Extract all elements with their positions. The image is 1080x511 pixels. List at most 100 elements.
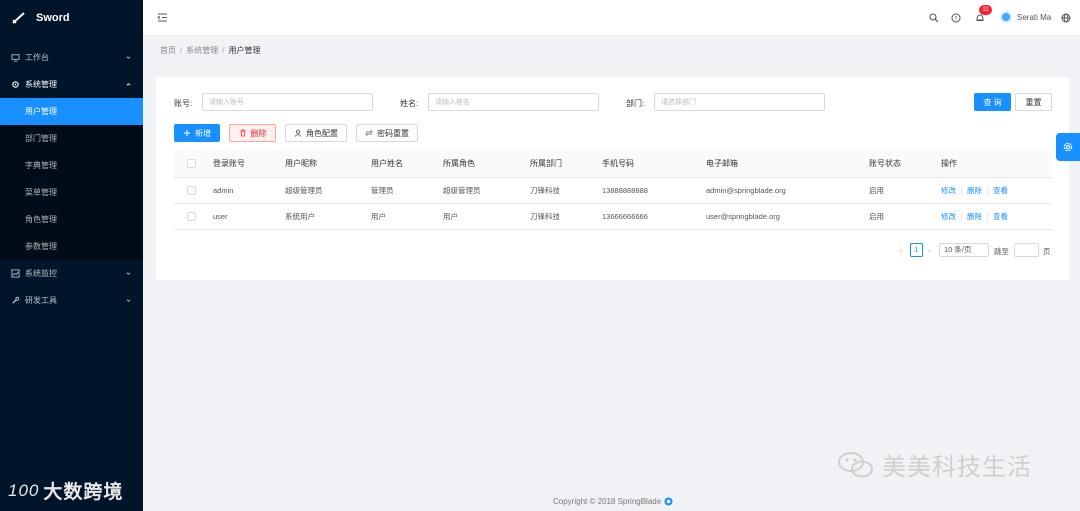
delete-link[interactable]: 删除 xyxy=(967,212,982,221)
notification-badge: 11 xyxy=(979,5,992,15)
jump-page-input[interactable] xyxy=(1014,243,1039,257)
password-reset-button[interactable]: 密码重置 xyxy=(356,124,418,142)
user-name[interactable]: Serati Ma xyxy=(1017,13,1051,22)
table-row: user 系统用户 用户 用户 刀锋科技 13666666666 user@sp… xyxy=(174,203,1052,230)
row-checkbox[interactable] xyxy=(187,185,196,195)
top-header: ? 11 Serati Ma xyxy=(143,0,1080,36)
refresh-icon xyxy=(365,130,373,136)
page-number-current[interactable]: 1 xyxy=(910,243,923,257)
search-icon[interactable] xyxy=(929,13,939,23)
prev-page-icon[interactable]: ‹ xyxy=(900,246,903,255)
cell-name: 管理员 xyxy=(371,177,443,204)
gear-icon xyxy=(1063,142,1073,152)
cell-status: 启用 xyxy=(869,203,941,230)
column-header[interactable]: 所属部门 xyxy=(530,150,602,178)
tool-icon xyxy=(12,296,20,304)
cell-phone: 13666666666 xyxy=(602,203,706,230)
sidebar-item-label: 研发工具 xyxy=(25,296,57,305)
watermark-left: 100 大数跨境 xyxy=(8,477,123,504)
sidebar-item-system[interactable]: 系统管理 xyxy=(0,71,143,98)
copyright-text: Copyright © 2018 SpringBlade xyxy=(553,497,662,506)
role-config-button[interactable]: 角色配置 xyxy=(285,124,347,142)
sidebar-item-dictionary[interactable]: 字典管理 xyxy=(0,152,143,179)
edit-link[interactable]: 修改 xyxy=(941,212,956,221)
cell-actions: 修改 删除 查看 xyxy=(941,177,1052,204)
dept-select[interactable] xyxy=(654,93,825,111)
watermark-left-text: 大数跨境 xyxy=(43,482,124,503)
column-header[interactable]: 用户昵称 xyxy=(285,150,371,178)
avatar[interactable] xyxy=(1000,11,1012,23)
page-label: 页 xyxy=(1043,247,1051,256)
logo[interactable]: Sword xyxy=(0,0,143,36)
cell-account: admin xyxy=(213,177,285,204)
password-reset-label: 密码重置 xyxy=(377,128,409,138)
settings-drawer-button[interactable] xyxy=(1056,133,1080,161)
delete-button[interactable]: 删除 xyxy=(229,124,276,142)
column-header[interactable]: 所属角色 xyxy=(443,150,530,178)
cell-role: 超级管理员 xyxy=(443,177,530,204)
column-header[interactable]: 用户姓名 xyxy=(371,150,443,178)
table-row: admin 超级管理员 管理员 超级管理员 刀锋科技 13888888888 a… xyxy=(174,177,1052,204)
sidebar-item-menus[interactable]: 菜单管理 xyxy=(0,179,143,206)
cell-nickname: 超级管理员 xyxy=(285,177,371,204)
next-page-icon[interactable]: › xyxy=(928,246,931,255)
view-link[interactable]: 查看 xyxy=(993,212,1008,221)
gear-icon xyxy=(12,81,19,88)
name-label: 姓名: xyxy=(400,99,419,108)
name-input[interactable] xyxy=(428,93,599,111)
role-config-label: 角色配置 xyxy=(306,128,338,138)
github-icon[interactable] xyxy=(664,497,673,506)
sidebar-item-dashboard[interactable]: 工作台 xyxy=(0,44,143,71)
cell-dept: 刀锋科技 xyxy=(530,177,602,204)
column-header[interactable]: 账号状态 xyxy=(869,150,941,178)
menu-fold-icon[interactable] xyxy=(157,12,168,23)
page-size-select[interactable]: 10 条/页 xyxy=(939,243,989,257)
cell-status: 启用 xyxy=(869,177,941,204)
sidebar-item-roles[interactable]: 角色管理 xyxy=(0,206,143,233)
delete-link[interactable]: 删除 xyxy=(967,186,982,195)
sidebar-item-label: 系统监控 xyxy=(25,269,57,278)
query-button[interactable]: 查 询 xyxy=(974,93,1011,111)
sidebar-item-users[interactable]: 用户管理 xyxy=(0,98,143,125)
delete-button-label: 删除 xyxy=(250,128,267,138)
sidebar-item-label: 工作台 xyxy=(25,53,49,62)
edit-link[interactable]: 修改 xyxy=(941,186,956,195)
account-input[interactable] xyxy=(202,93,373,111)
breadcrumb-home[interactable]: 首页 xyxy=(160,46,176,55)
chevron-down-icon xyxy=(126,56,131,59)
help-icon[interactable]: ? xyxy=(951,13,961,23)
breadcrumb-current: 用户管理 xyxy=(228,46,261,55)
svg-text:?: ? xyxy=(954,15,957,22)
chevron-up-icon xyxy=(126,83,131,86)
monitor-icon xyxy=(11,54,20,62)
sidebar-item-departments[interactable]: 部门管理 xyxy=(0,125,143,152)
dept-label: 部门: xyxy=(626,99,645,108)
app-name: Sword xyxy=(36,12,70,24)
cell-name: 用户 xyxy=(371,203,443,230)
breadcrumb: 首页 / 系统管理 / 用户管理 xyxy=(160,46,261,55)
chevron-down-icon xyxy=(126,272,131,275)
view-link[interactable]: 查看 xyxy=(993,186,1008,195)
chevron-down-icon xyxy=(126,299,131,302)
watermark-left-number: 100 xyxy=(8,480,40,500)
row-checkbox[interactable] xyxy=(187,211,196,221)
column-header: 操作 xyxy=(941,150,1052,178)
sword-logo-icon xyxy=(12,12,25,24)
column-header[interactable]: 手机号码 xyxy=(602,150,706,178)
reset-button[interactable]: 重置 xyxy=(1015,93,1052,111)
sidebar-item-monitor[interactable]: 系统监控 xyxy=(0,260,143,287)
cell-actions: 修改 删除 查看 xyxy=(941,203,1052,230)
select-all-checkbox[interactable] xyxy=(187,158,196,168)
add-button[interactable]: 新增 xyxy=(174,124,220,142)
sidebar-item-devtools[interactable]: 研发工具 xyxy=(0,287,143,314)
breadcrumb-system[interactable]: 系统管理 xyxy=(186,46,218,55)
sidebar-item-params[interactable]: 参数管理 xyxy=(0,233,143,260)
column-header[interactable]: 登录账号 xyxy=(213,150,285,178)
column-header[interactable]: 电子邮箱 xyxy=(706,150,869,178)
jump-label: 跳至 xyxy=(994,247,1009,256)
cell-dept: 刀锋科技 xyxy=(530,203,602,230)
globe-icon[interactable] xyxy=(1061,13,1071,23)
plus-icon xyxy=(184,130,190,136)
cell-email: admin@springblade.org xyxy=(706,177,869,204)
footer: Copyright © 2018 SpringBlade xyxy=(553,497,673,506)
